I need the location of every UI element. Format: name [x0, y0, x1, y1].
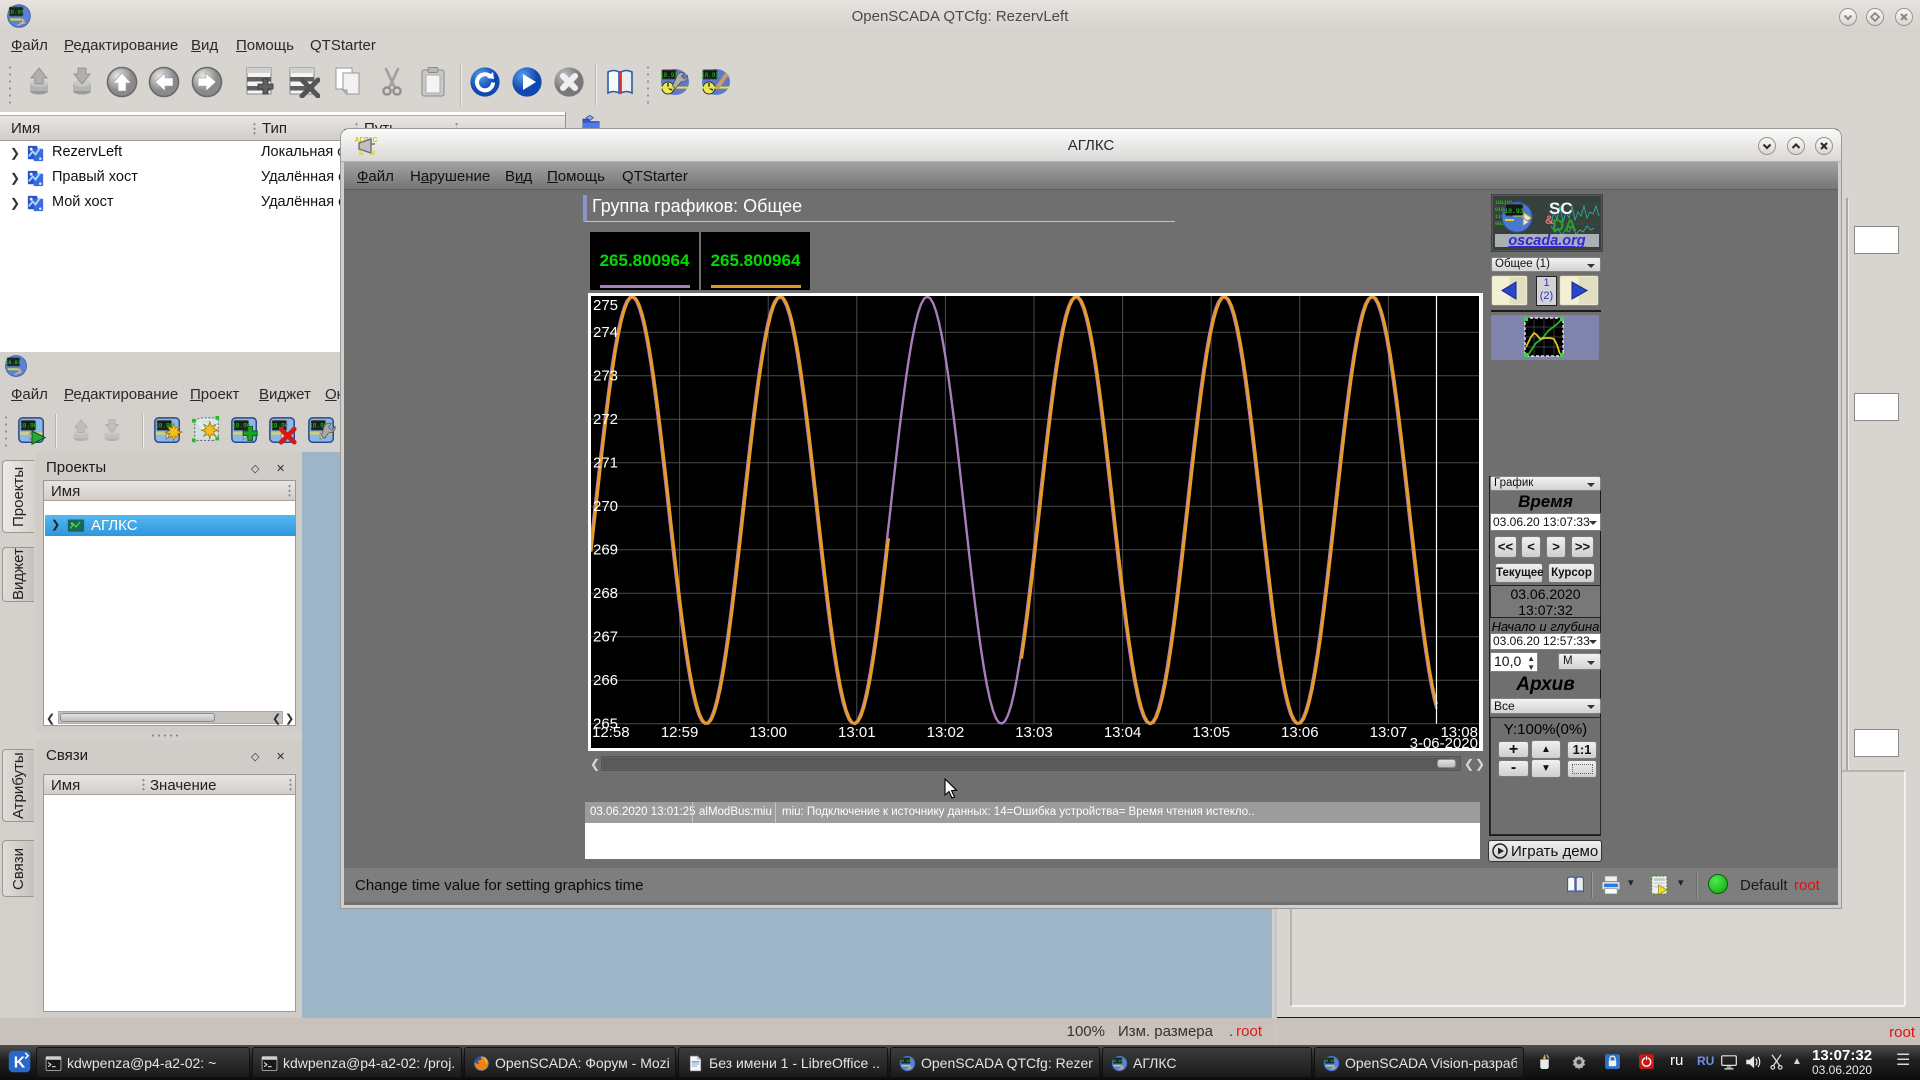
- svg-text:274: 274: [593, 324, 618, 341]
- svg-text:12:58: 12:58: [592, 724, 630, 741]
- svg-text:18.90: 18.90: [19, 423, 38, 430]
- svg-text:oscada.org: oscada.org: [1508, 233, 1585, 249]
- svg-text:18.93: 18.93: [701, 72, 719, 79]
- svg-text:18.93: 18.93: [1504, 208, 1524, 215]
- svg-text:267: 267: [593, 629, 618, 646]
- svg-text:18.93: 18.93: [5, 360, 21, 366]
- svg-text:K: K: [14, 1054, 26, 1071]
- svg-text:270: 270: [593, 498, 618, 515]
- svg-text:273: 273: [593, 368, 618, 385]
- svg-text:275: 275: [593, 297, 618, 314]
- svg-text:3-06-2020: 3-06-2020: [1410, 735, 1478, 748]
- svg-text:13:02: 13:02: [927, 724, 965, 741]
- svg-text:272: 272: [593, 411, 618, 428]
- svg-text:13:04: 13:04: [1104, 724, 1142, 741]
- svg-text:271: 271: [593, 455, 618, 472]
- svg-text:266: 266: [593, 672, 618, 689]
- svg-text:13:07: 13:07: [1370, 724, 1408, 741]
- svg-text:18.93: 18.93: [660, 72, 678, 79]
- svg-text:269: 269: [593, 542, 618, 559]
- svg-text:18.93: 18.93: [900, 1060, 911, 1064]
- svg-text:13:05: 13:05: [1192, 724, 1230, 741]
- svg-text:12:59: 12:59: [661, 724, 699, 741]
- svg-text:13:00: 13:00: [749, 724, 787, 741]
- svg-text:13:03: 13:03: [1015, 724, 1053, 741]
- svg-text:18.93: 18.93: [1112, 1060, 1123, 1064]
- svg-text:13:06: 13:06: [1281, 724, 1319, 741]
- svg-text:18.93: 18.93: [1324, 1060, 1335, 1064]
- svg-text:268: 268: [593, 585, 618, 602]
- svg-text:13:01: 13:01: [838, 724, 876, 741]
